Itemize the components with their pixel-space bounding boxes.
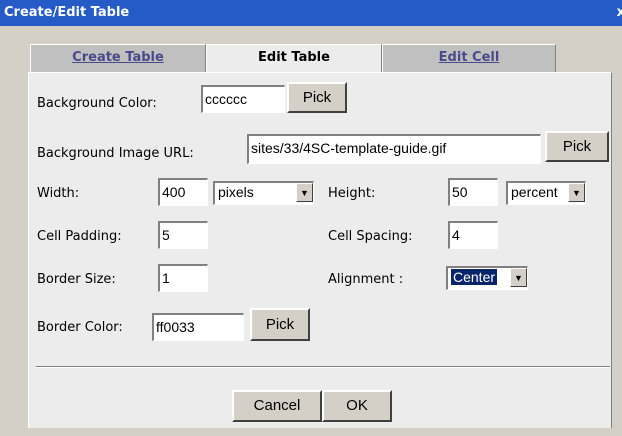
alignment-label: Alignment : [328,272,404,287]
cell-padding-field[interactable]: 5 [158,221,208,249]
bg-image-pick-button[interactable]: Pick [545,131,609,162]
cancel-button[interactable]: Cancel [232,390,322,422]
title-bar: Create/Edit Table x [0,0,622,26]
bg-image-label: Background Image URL: [37,146,194,161]
border-color-label: Border Color: [37,320,123,335]
tab-edit-table[interactable]: Edit Table [206,44,382,74]
chevron-down-icon[interactable]: ▼ [568,183,585,202]
divider [36,366,610,368]
bg-image-field[interactable]: sites/33/4SC-template-guide.gif [247,134,541,164]
border-size-label: Border Size: [37,272,116,287]
height-unit-value: percent [511,184,558,200]
border-color-field[interactable]: ff0033 [152,313,244,341]
edit-table-panel [28,72,612,428]
width-unit-select[interactable]: pixels ▼ [213,181,314,205]
tab-create-table[interactable]: Create Table [30,44,206,72]
bg-color-field[interactable]: cccccc [201,85,285,113]
height-unit-select[interactable]: percent ▼ [506,181,586,205]
border-color-pick-button[interactable]: Pick [250,308,310,341]
height-label: Height: [328,186,376,201]
bg-color-pick-button[interactable]: Pick [287,82,347,113]
height-field[interactable]: 50 [448,178,498,206]
alignment-value: Center [449,268,499,286]
cell-spacing-field[interactable]: 4 [448,221,498,249]
close-icon[interactable]: x [617,5,622,20]
chevron-down-icon[interactable]: ▼ [510,268,527,287]
ok-button[interactable]: OK [322,390,392,422]
cell-spacing-label: Cell Spacing: [328,229,413,244]
width-field[interactable]: 400 [158,178,208,206]
alignment-select[interactable]: Center ▼ [446,266,528,290]
chevron-down-icon[interactable]: ▼ [296,183,313,202]
bg-color-label: Background Color: [37,96,157,111]
border-size-field[interactable]: 1 [158,264,208,292]
dialog-title: Create/Edit Table [4,5,130,20]
tab-edit-cell[interactable]: Edit Cell [382,44,556,72]
width-unit-value: pixels [218,184,254,200]
width-label: Width: [37,186,80,201]
cell-padding-label: Cell Padding: [37,229,122,244]
